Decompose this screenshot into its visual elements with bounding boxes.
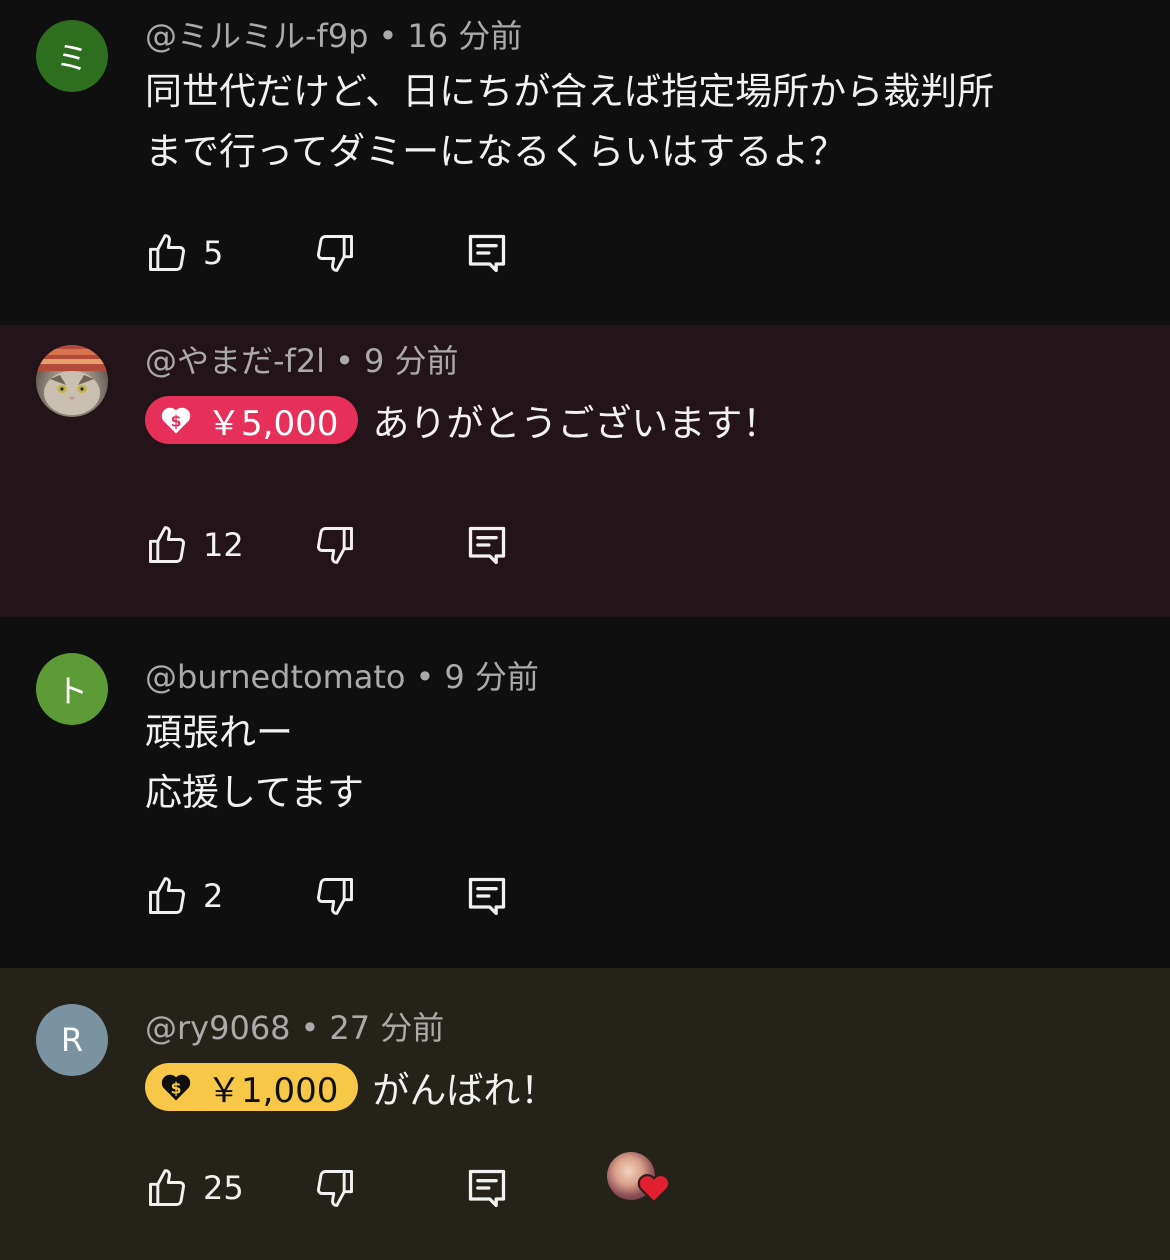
comment-meta: @burnedtomato • 9 分前 [145, 658, 539, 696]
super-thanks-icon: $ [161, 407, 191, 434]
comment-author[interactable]: @ミルミル-f9p [145, 17, 369, 55]
comment-author[interactable]: @やまだ-f2l [145, 342, 325, 380]
creator-heart-icon [637, 1174, 671, 1204]
like-button[interactable]: 25 [145, 1164, 244, 1212]
comment-item: ミ @ミルミル-f9p • 16 分前 同世代だけど、日にちが合えば指定場所から裁判… [0, 0, 1170, 325]
comment-text-line: 同世代だけど、日にちが合えば指定場所から裁判所 [145, 70, 995, 113]
cat-photo-icon [36, 345, 108, 415]
creator-heart [607, 1152, 671, 1204]
avatar[interactable]: ト [36, 653, 108, 725]
like-count: 2 [203, 877, 224, 915]
like-count: 12 [203, 526, 244, 564]
reply-icon [468, 1169, 506, 1208]
comment-time: 16 分前 [407, 17, 523, 55]
like-button[interactable]: 12 [145, 521, 244, 569]
super-thanks-amount: ￥5,000 [207, 403, 339, 444]
thumb-down-icon [317, 235, 353, 272]
avatar[interactable]: ミ [36, 20, 108, 92]
super-thanks-icon: $ [161, 1074, 191, 1101]
comment-text-line: まで行ってダミーになるくらいはするよ？ [145, 130, 847, 173]
thumb-down-icon [317, 527, 353, 564]
comment-author[interactable]: @ry9068 [145, 1009, 291, 1047]
svg-text:$: $ [171, 1079, 182, 1097]
comment-meta: @ミルミル-f9p • 16 分前 [145, 17, 523, 55]
avatar[interactable]: R [36, 1004, 108, 1076]
comment-text-line: 応援してます [145, 771, 365, 814]
thumb-up-icon [149, 877, 185, 914]
like-button[interactable]: 2 [145, 872, 223, 920]
svg-text:$: $ [171, 412, 182, 430]
thumb-up-icon [149, 234, 185, 271]
comment-text: がんばれ！ [372, 1069, 558, 1112]
dislike-button[interactable] [313, 872, 357, 920]
reply-button[interactable] [465, 521, 509, 569]
dislike-button[interactable] [313, 1164, 357, 1212]
comment-time: 9 分前 [363, 342, 459, 380]
comment-text: 同世代だけど、日にちが合えば指定場所から裁判所 まで行ってダミーになるくらいはす… [145, 62, 1110, 182]
comment-item: ト @burnedtomato • 9 分前 頑張れー 応援してます 2 [0, 617, 1170, 968]
super-thanks-amount: ￥1,000 [207, 1070, 339, 1111]
thumb-up-icon [149, 1169, 185, 1206]
dislike-button[interactable] [313, 521, 357, 569]
like-count: 5 [203, 234, 224, 272]
super-thanks-badge: $ ￥5,000 [145, 396, 359, 444]
comment-item: R @ry9068 • 27 分前 $ ￥1,000 がんばれ！ 25 [0, 968, 1170, 1260]
comment-time: 27 分前 [329, 1009, 445, 1047]
dislike-button[interactable] [313, 229, 357, 277]
avatar-letter: R [60, 1021, 84, 1059]
comment-meta: @やまだ-f2l • 9 分前 [145, 342, 459, 380]
reply-button[interactable] [465, 872, 509, 920]
super-thanks-badge: $ ￥1,000 [145, 1063, 359, 1111]
comment-time: 9 分前 [444, 658, 539, 696]
reply-button[interactable] [465, 1164, 509, 1212]
reply-icon [468, 234, 506, 273]
thumb-up-icon [149, 526, 185, 563]
comment-item: @やまだ-f2l • 9 分前 $ ￥5,000 ありがとうございます！ 12 [0, 325, 1170, 617]
avatar-letter: ト [55, 672, 88, 710]
comment-meta: @ry9068 • 27 分前 [145, 1009, 445, 1047]
reply-icon [468, 526, 506, 565]
comment-text-line: 頑張れー [145, 711, 293, 754]
avatar-letter: ミ [55, 39, 88, 77]
reply-button[interactable] [465, 229, 509, 277]
comment-text: ありがとうございます！ [372, 402, 780, 445]
avatar[interactable] [36, 345, 108, 417]
thumb-down-icon [317, 1170, 353, 1207]
thumb-down-icon [317, 878, 353, 915]
comment-author[interactable]: @burnedtomato [145, 658, 406, 696]
like-button[interactable]: 5 [145, 229, 223, 277]
comment-text: 頑張れー 応援してます [145, 703, 1110, 823]
reply-icon [468, 877, 506, 916]
like-count: 25 [203, 1169, 244, 1207]
